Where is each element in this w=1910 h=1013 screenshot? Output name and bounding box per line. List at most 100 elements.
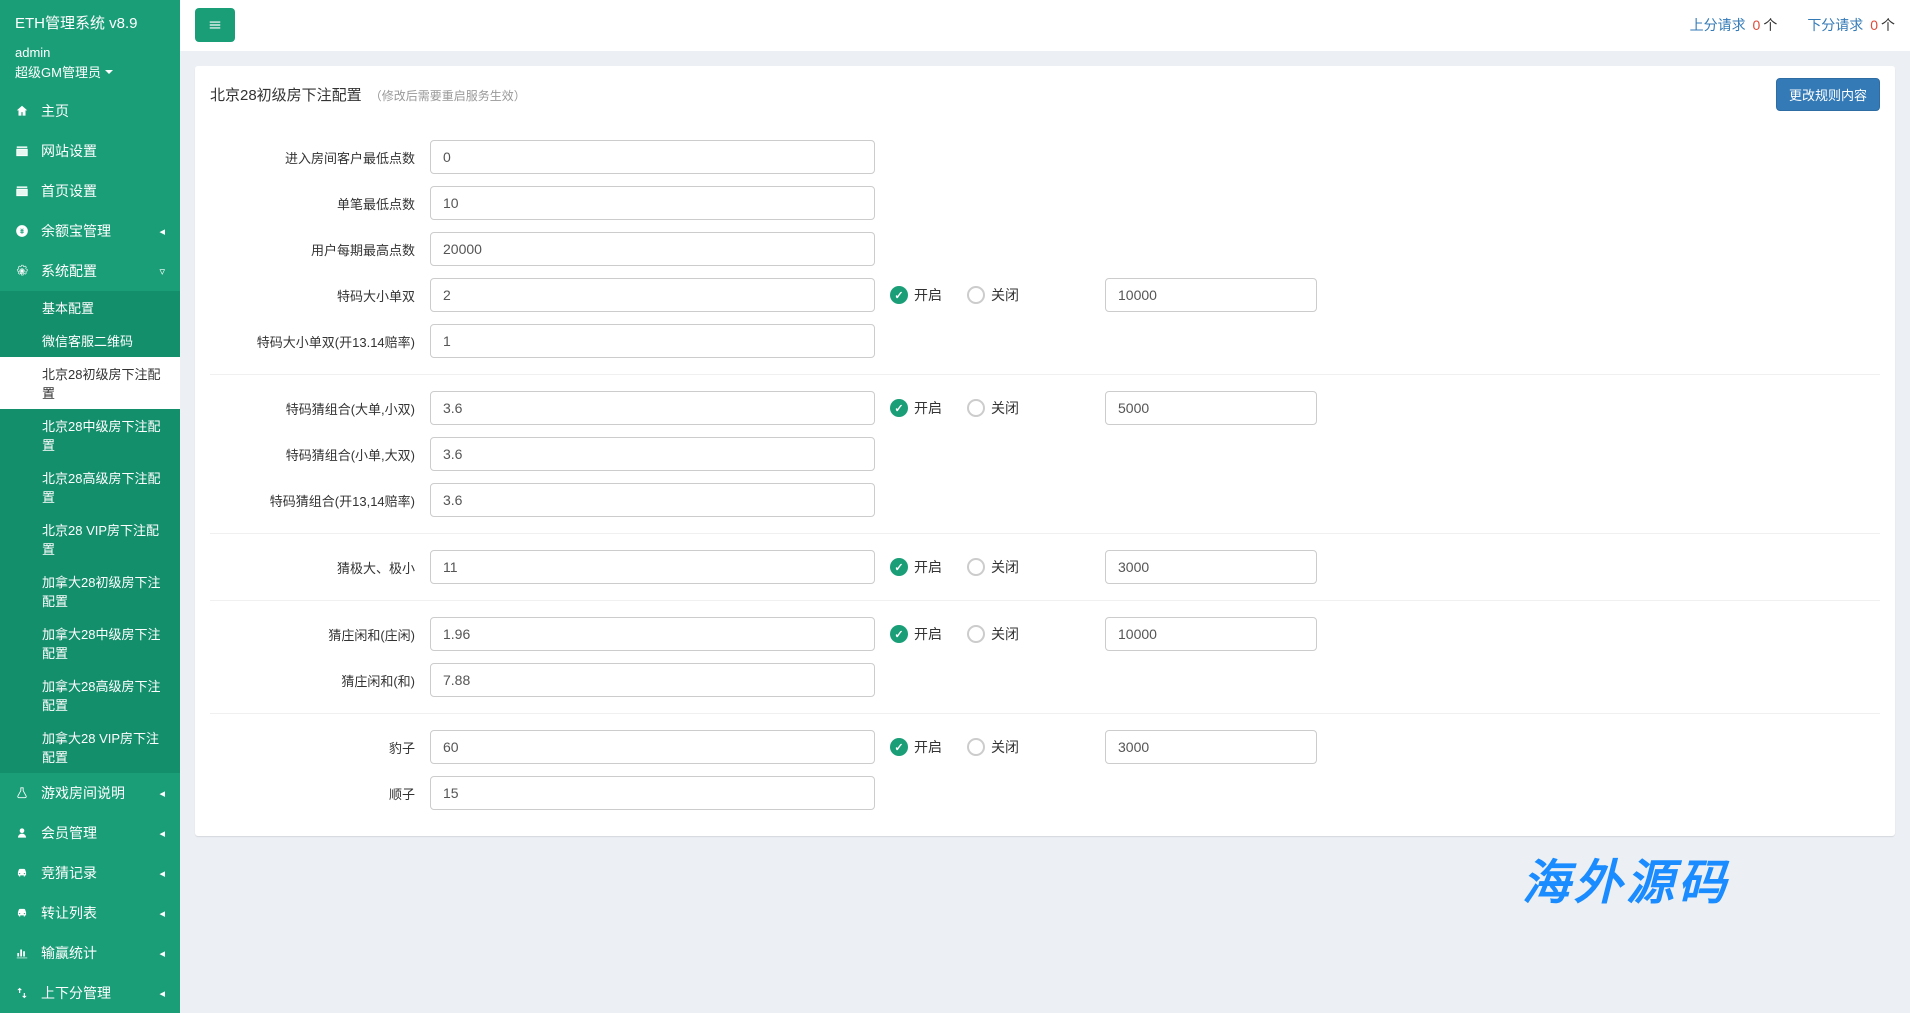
input-f8[interactable]	[430, 483, 875, 517]
check-icon	[890, 286, 908, 304]
sidebar-item-2[interactable]: 首页设置	[0, 171, 180, 211]
input-f6_limit[interactable]	[1105, 391, 1317, 425]
sidebar-item-label: 余额宝管理	[41, 221, 111, 241]
header-right: 上分请求 0个 下分请求 0个	[1690, 15, 1895, 35]
sidebar-subitem-4-5[interactable]: 北京28 VIP房下注配置	[0, 513, 180, 565]
input-f12[interactable]	[430, 730, 875, 764]
box-title: 北京28初级房下注配置（修改后需要重启服务生效）	[210, 84, 526, 105]
radio-f9-on[interactable]: 开启	[890, 557, 942, 577]
sidebar-item-10[interactable]: 上下分管理◂	[0, 973, 180, 1013]
sidebar-subitem-4-9[interactable]: 加拿大28 VIP房下注配置	[0, 721, 180, 773]
radio-icon	[967, 558, 985, 576]
user-panel: admin 超级GM管理员	[0, 45, 180, 91]
car-icon	[15, 866, 31, 880]
sidebar-toggle-button[interactable]	[195, 8, 235, 42]
radio-f12-off[interactable]: 关闭	[967, 737, 1019, 757]
sidebar-item-6[interactable]: 会员管理◂	[0, 813, 180, 853]
label-f5: 特码大小单双(开13.14赔率)	[210, 332, 430, 351]
label-f2: 单笔最低点数	[210, 194, 430, 213]
user-icon	[15, 826, 31, 840]
sidebar-subitem-4-6[interactable]: 加拿大28初级房下注配置	[0, 565, 180, 617]
cog-icon	[15, 264, 31, 278]
radio-f10-off[interactable]: 关闭	[967, 624, 1019, 644]
chevron-icon: ◂	[159, 907, 165, 920]
sidebar-item-4[interactable]: 系统配置▿	[0, 251, 180, 291]
radio-f10-on[interactable]: 开启	[890, 624, 942, 644]
sidebar-item-label: 游戏房间说明	[41, 783, 125, 803]
label-f13: 顺子	[210, 784, 430, 803]
radio-icon	[967, 286, 985, 304]
radio-f4-off[interactable]: 关闭	[967, 285, 1019, 305]
sidebar-item-5[interactable]: 游戏房间说明 ◂	[0, 773, 180, 813]
chevron-icon: ◂	[159, 827, 165, 840]
radio-icon	[967, 738, 985, 756]
sidebar-item-7[interactable]: 竞猜记录◂	[0, 853, 180, 893]
check-icon	[890, 399, 908, 417]
sidebar-subitem-4-3[interactable]: 北京28中级房下注配置	[0, 409, 180, 461]
chevron-icon: ◂	[159, 225, 165, 238]
sidebar-subitem-4-4[interactable]: 北京28高级房下注配置	[0, 461, 180, 513]
panel-icon	[15, 184, 31, 198]
check-icon	[890, 738, 908, 756]
car-icon	[15, 906, 31, 920]
check-icon	[890, 558, 908, 576]
label-f1: 进入房间客户最低点数	[210, 148, 430, 167]
input-f2[interactable]	[430, 186, 875, 220]
sidebar-item-label: 输赢统计	[41, 943, 97, 963]
chevron-icon: ◂	[159, 787, 165, 800]
sidebar-subitem-4-0[interactable]: 基本配置	[0, 291, 180, 324]
radio-f6-on[interactable]: 开启	[890, 398, 942, 418]
label-f4: 特码大小单双	[210, 286, 430, 305]
bars-icon	[208, 18, 222, 32]
sidebar-item-1[interactable]: 网站设置	[0, 131, 180, 171]
input-f10[interactable]	[430, 617, 875, 651]
yen-icon	[15, 224, 31, 238]
radio-f4-on[interactable]: 开启	[890, 285, 942, 305]
input-f9[interactable]	[430, 550, 875, 584]
top-nav: 上分请求 0个 下分请求 0个	[180, 0, 1910, 51]
radio-f6-off[interactable]: 关闭	[967, 398, 1019, 418]
req-up-link[interactable]: 上分请求 0个	[1690, 15, 1778, 35]
app-title: ETH管理系统 v8.9	[0, 0, 180, 45]
req-down-link[interactable]: 下分请求 0个	[1807, 15, 1895, 35]
sidebar-item-label: 上下分管理	[41, 983, 111, 1003]
input-f1[interactable]	[430, 140, 875, 174]
sidebar-item-label: 转让列表	[41, 903, 97, 923]
sidebar-item-9[interactable]: 输赢统计◂	[0, 933, 180, 973]
input-f6[interactable]	[430, 391, 875, 425]
sidebar-item-label: 首页设置	[41, 181, 97, 201]
label-f6: 特码猜组合(大单,小双)	[210, 399, 430, 418]
user-role-dropdown[interactable]: 超级GM管理员	[15, 62, 113, 81]
input-f5[interactable]	[430, 324, 875, 358]
sidebar-item-label: 竞猜记录	[41, 863, 97, 883]
input-f7[interactable]	[430, 437, 875, 471]
panel-icon	[15, 144, 31, 158]
radio-f9-off[interactable]: 关闭	[967, 557, 1019, 577]
save-button[interactable]: 更改规则内容	[1776, 78, 1880, 111]
radio-icon	[967, 625, 985, 643]
home-icon	[15, 104, 31, 118]
input-f11[interactable]	[430, 663, 875, 697]
chevron-icon: ▿	[159, 265, 165, 278]
arrows-icon	[15, 986, 31, 1000]
input-f13[interactable]	[430, 776, 875, 810]
input-f3[interactable]	[430, 232, 875, 266]
chart-icon	[15, 946, 31, 960]
radio-icon	[967, 399, 985, 417]
input-f9_limit[interactable]	[1105, 550, 1317, 584]
label-f12: 豹子	[210, 738, 430, 757]
input-f4[interactable]	[430, 278, 875, 312]
sidebar-subitem-4-1[interactable]: 微信客服二维码	[0, 324, 180, 357]
input-f4_limit[interactable]	[1105, 278, 1317, 312]
sidebar-item-0[interactable]: 主页	[0, 91, 180, 131]
sidebar-item-3[interactable]: 余额宝管理 ◂	[0, 211, 180, 251]
sidebar-subitem-4-7[interactable]: 加拿大28中级房下注配置	[0, 617, 180, 669]
sidebar: ETH管理系统 v8.9 admin 超级GM管理员 主页网站设置首页设置余额宝…	[0, 0, 180, 1013]
sidebar-subitem-4-8[interactable]: 加拿大28高级房下注配置	[0, 669, 180, 721]
sidebar-subitem-4-2[interactable]: 北京28初级房下注配置	[0, 357, 180, 409]
radio-f12-on[interactable]: 开启	[890, 737, 942, 757]
sidebar-item-8[interactable]: 转让列表 ◂	[0, 893, 180, 933]
flask-icon	[15, 786, 31, 800]
input-f10_limit[interactable]	[1105, 617, 1317, 651]
input-f12_limit[interactable]	[1105, 730, 1317, 764]
